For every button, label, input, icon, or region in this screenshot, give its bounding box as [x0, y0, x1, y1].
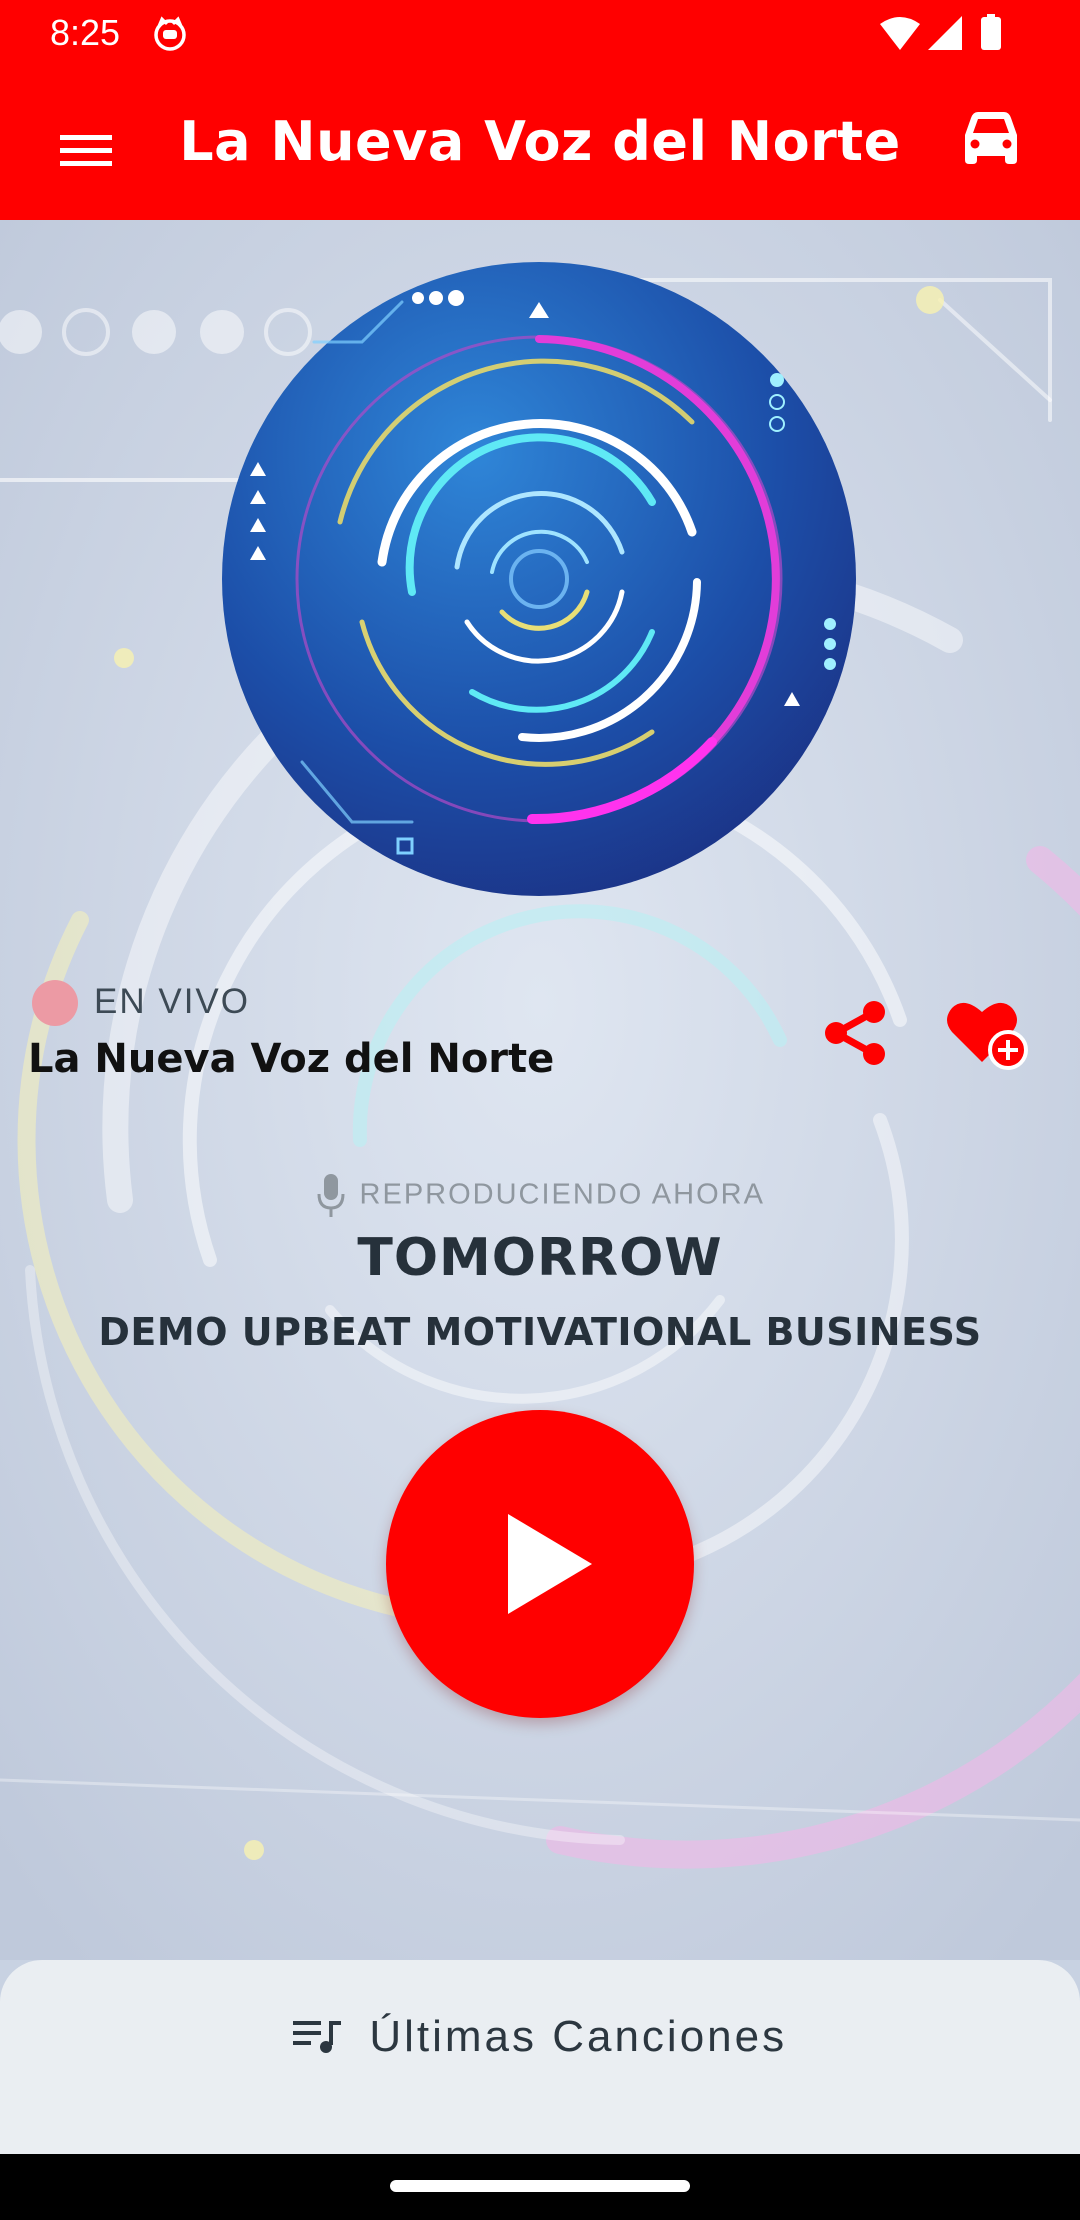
playlist-icon	[292, 2021, 341, 2053]
radio-player-screen: 8:25 La Nueva Voz del Norte EN VIVO La N…	[0, 0, 1080, 2220]
car-icon[interactable]	[960, 110, 1022, 166]
latest-songs-row: Últimas Canciones	[0, 2012, 1080, 2062]
play-button[interactable]	[386, 1410, 694, 1718]
share-icon[interactable]	[820, 1000, 890, 1066]
song-title: TOMORROW	[357, 1228, 723, 1288]
now-playing-row: REPRODUCIENDO AHORA	[0, 1172, 1080, 1218]
app-title: La Nueva Voz del Norte	[179, 110, 901, 173]
navigation-bar	[0, 2154, 1080, 2220]
cat-app-icon	[154, 16, 186, 51]
favorite-add-icon[interactable]	[944, 998, 1028, 1072]
station-name: La Nueva Voz del Norte	[28, 1036, 555, 1082]
station-logo	[222, 262, 856, 896]
song-artist: DEMO UPBEAT MOTIVATIONAL BUSINESS	[98, 1310, 982, 1354]
battery-icon	[981, 14, 1001, 50]
app-bar: La Nueva Voz del Norte	[0, 66, 1080, 220]
live-indicator-dot	[32, 980, 78, 1026]
now-playing-label: REPRODUCIENDO AHORA	[359, 1178, 765, 1211]
home-gesture-handle[interactable]	[390, 2180, 690, 2192]
live-label: EN VIVO	[94, 982, 250, 1021]
latest-songs-label: Últimas Canciones	[369, 2012, 788, 2061]
status-time: 8:25	[50, 12, 121, 53]
signal-icon	[928, 16, 962, 50]
status-bar: 8:25	[0, 0, 1080, 66]
latest-songs-sheet[interactable]: Últimas Canciones	[0, 1960, 1080, 2154]
microphone-icon	[317, 1174, 345, 1217]
wifi-icon	[880, 17, 920, 50]
play-icon	[508, 1514, 592, 1614]
